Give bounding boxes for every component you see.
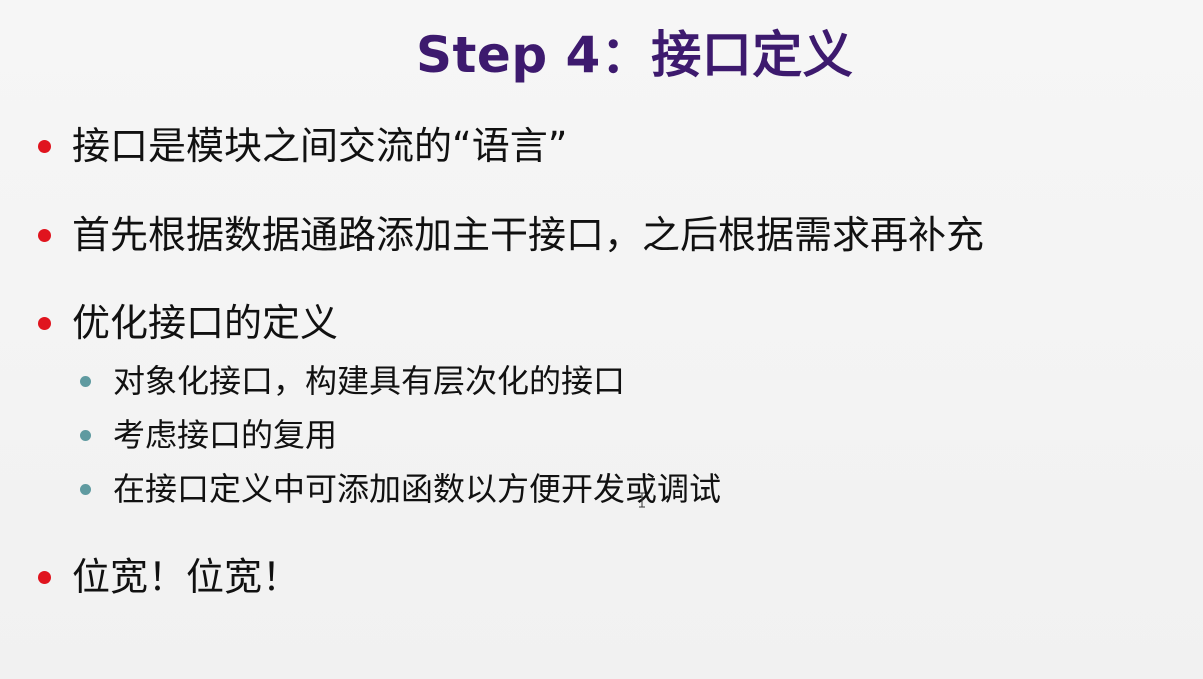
bullet-dot-icon: [38, 317, 51, 331]
bullet-text: 接口是模块之间交流的“语言”: [72, 124, 568, 168]
sub-bullet-text: 考虑接口的复用: [113, 416, 338, 454]
text-cursor-icon: [639, 492, 645, 508]
slide: Step 4：接口定义 接口是模块之间交流的“语言” 首先根据数据通路添加主干接…: [0, 0, 1203, 679]
bullet-text: 优化接口的定义: [72, 301, 339, 345]
bullet-dot-icon: [38, 229, 51, 243]
sub-bullet-text: 在接口定义中可添加函数以方便开发或调试: [113, 470, 722, 508]
bullet-item: 位宽！位宽！: [38, 555, 300, 601]
sub-bullet-dot-icon: [80, 483, 91, 495]
bullet-text: 位宽！位宽！: [72, 555, 301, 599]
bullet-item: 首先根据数据通路添加主干接口，之后根据需求再补充: [38, 213, 984, 259]
bullet-dot-icon: [38, 571, 51, 585]
bullet-item: 接口是模块之间交流的“语言”: [38, 124, 567, 170]
sub-bullet-item: 考虑接口的复用: [80, 416, 337, 454]
sub-bullet-item: 对象化接口，构建具有层次化的接口: [80, 362, 625, 400]
sub-bullet-text: 对象化接口，构建具有层次化的接口: [113, 362, 626, 400]
slide-title: Step 4：接口定义: [416, 26, 854, 84]
sub-bullet-dot-icon: [80, 375, 91, 387]
bullet-item: 优化接口的定义: [38, 301, 338, 347]
bullet-text: 首先根据数据通路添加主干接口，之后根据需求再补充: [72, 213, 985, 257]
sub-bullet-dot-icon: [80, 429, 91, 441]
sub-bullet-item: 在接口定义中可添加函数以方便开发或调试: [80, 470, 721, 508]
bullet-dot-icon: [38, 140, 51, 154]
